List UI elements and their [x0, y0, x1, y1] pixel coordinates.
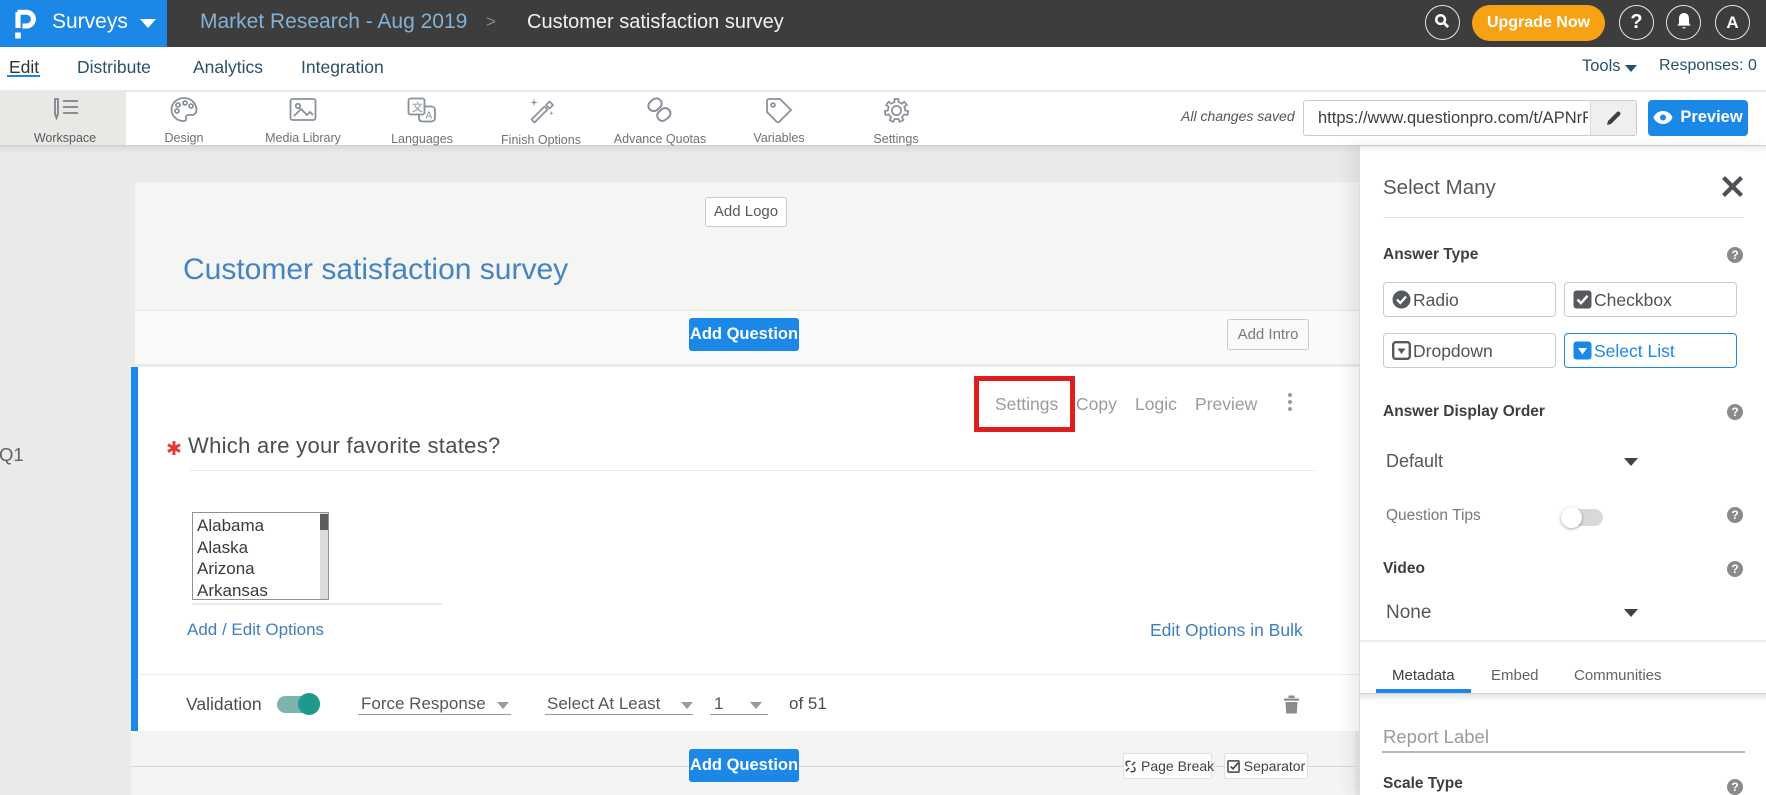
svg-text:文: 文 — [412, 100, 423, 114]
svg-text:A: A — [426, 111, 433, 122]
